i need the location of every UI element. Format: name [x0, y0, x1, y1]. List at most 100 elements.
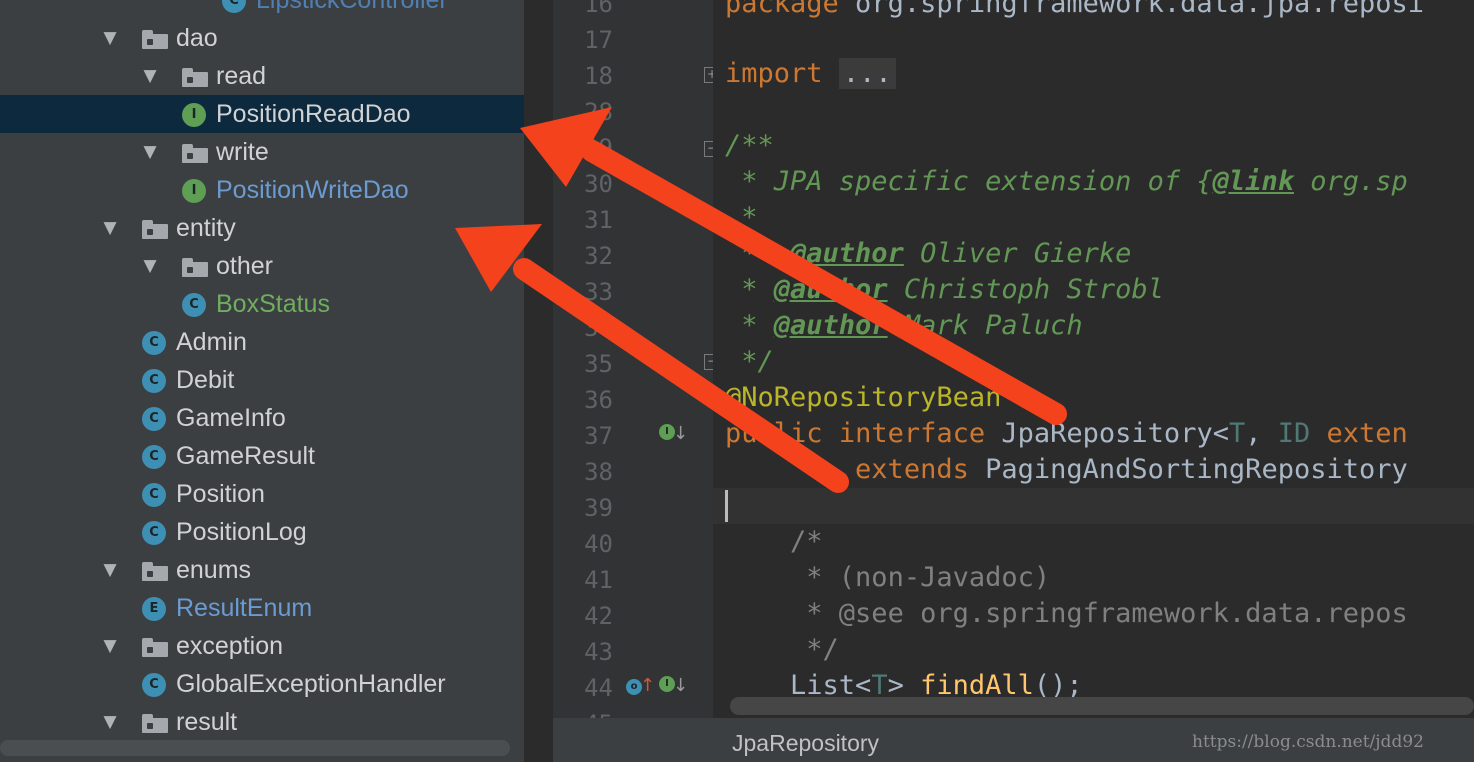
expand-arrow-icon[interactable]: ▼	[140, 256, 160, 276]
class-icon: C	[142, 445, 166, 469]
code-line-30: * JPA specific extension of {@link org.s…	[725, 166, 1408, 197]
line-number: 18	[584, 62, 613, 90]
class-icon: C	[142, 407, 166, 431]
line-number: 41	[584, 566, 613, 594]
tree-row-write[interactable]: ▼ write	[0, 133, 524, 171]
tree-item-label: result	[176, 708, 238, 736]
tree-item-label: BoxStatus	[216, 290, 330, 318]
tree-item-label: exception	[176, 632, 284, 660]
expand-arrow-icon[interactable]: ▼	[100, 28, 120, 48]
class-icon: C	[142, 369, 166, 393]
line-number: 34	[584, 314, 613, 342]
tree-item-label: GameInfo	[176, 404, 286, 432]
tree-row-exception[interactable]: ▼ exception	[0, 627, 524, 665]
line-number: 30	[584, 170, 613, 198]
class-icon: C	[142, 673, 166, 697]
tree-row-boxstatus[interactable]: C BoxStatus	[0, 285, 524, 323]
expand-arrow-icon[interactable]: ▼	[100, 712, 120, 732]
tree-item-label: write	[216, 138, 269, 166]
code-line-33: * @author Christoph Strobl	[725, 274, 1164, 305]
line-number: 42	[584, 602, 613, 630]
line-number: 31	[584, 206, 613, 234]
expand-arrow-icon[interactable]: ▼	[140, 66, 160, 86]
line-number: 43	[584, 638, 613, 666]
folded-imports[interactable]: ...	[838, 58, 896, 89]
tree-item-label: entity	[176, 214, 236, 242]
tree-row-result[interactable]: ▼ result	[0, 703, 524, 741]
tree-row-other[interactable]: ▼ other	[0, 247, 524, 285]
class-icon: C	[142, 483, 166, 507]
tree-horizontal-scrollbar[interactable]	[0, 740, 510, 756]
package-folder-icon	[142, 562, 168, 581]
code-line-34: * @author Mark Paluch	[725, 310, 1083, 341]
tree-item-label: read	[216, 62, 267, 90]
code-line-16: package org.springframework.data.jpa.rep…	[725, 0, 1424, 19]
editor-horizontal-scrollbar[interactable]	[730, 697, 1474, 715]
tree-item-label: Admin	[176, 328, 247, 356]
tree-row-positionwritedao[interactable]: I PositionWriteDao	[0, 171, 524, 209]
tree-row-positionlog[interactable]: C PositionLog	[0, 513, 524, 551]
expand-arrow-icon[interactable]: ▼	[140, 142, 160, 162]
tree-row-resultenum[interactable]: E ResultEnum	[0, 589, 524, 627]
interface-icon: I	[182, 103, 206, 127]
code-line-35: */	[725, 346, 774, 377]
code-editor[interactable]: package org.springframework.data.jpa.rep…	[713, 0, 1474, 718]
package-folder-icon	[142, 714, 168, 733]
tree-item-label: Debit	[176, 366, 235, 394]
tree-item-label: PositionReadDao	[216, 100, 411, 128]
line-number: 32	[584, 242, 613, 270]
tree-item-label: PositionWriteDao	[216, 176, 409, 204]
code-line-31: *	[725, 202, 758, 233]
tree-row-read[interactable]: ▼ read	[0, 57, 524, 95]
tree-item-label: ResultEnum	[176, 594, 313, 622]
line-number: 36	[584, 386, 613, 414]
code-line-32: * @author Oliver Gierke	[725, 238, 1132, 269]
package-folder-icon	[142, 30, 168, 49]
tree-item-label: Position	[176, 480, 265, 508]
tree-item-label: GameResult	[176, 442, 315, 470]
expand-arrow-icon[interactable]: ▼	[100, 560, 120, 580]
code-line-36: @NoRepositoryBean	[725, 382, 1002, 413]
breadcrumb-item[interactable]: JpaRepository	[732, 728, 879, 758]
line-number: 33	[584, 278, 613, 306]
line-number: 37	[584, 422, 613, 450]
line-number: 29	[584, 134, 613, 162]
code-line-43: */	[790, 634, 839, 665]
tree-row-enums[interactable]: ▼ enums	[0, 551, 524, 589]
expand-arrow-icon[interactable]: ▼	[100, 636, 120, 656]
line-number: 39	[584, 494, 613, 522]
tree-row-lipstickcontroller[interactable]: C LipstickController	[0, 0, 524, 19]
line-number: 17	[584, 26, 613, 54]
line-number: 40	[584, 530, 613, 558]
line-number: 16	[584, 0, 613, 18]
tree-row-gameinfo[interactable]: C GameInfo	[0, 399, 524, 437]
tree-row-entity[interactable]: ▼ entity	[0, 209, 524, 247]
expand-arrow-icon[interactable]: ▼	[100, 218, 120, 238]
package-folder-icon	[142, 220, 168, 239]
class-icon: C	[142, 331, 166, 355]
project-tree-panel: C LipstickController ▼ dao ▼ read I PositionRea…	[0, 0, 524, 762]
tree-row-positionreaddao[interactable]: I PositionReadDao	[0, 95, 524, 133]
tree-row-globalexceptionhandler[interactable]: C GlobalExceptionHandler	[0, 665, 524, 703]
implementations-down-arrow-icon[interactable]: ↓	[673, 424, 688, 444]
tree-item-label: enums	[176, 556, 252, 584]
tree-row-dao[interactable]: ▼ dao	[0, 19, 524, 57]
tree-row-debit[interactable]: C Debit	[0, 361, 524, 399]
class-icon: C	[142, 521, 166, 545]
tree-row-gameresult[interactable]: C GameResult	[0, 437, 524, 475]
package-folder-icon	[182, 68, 208, 87]
package-folder-icon	[182, 258, 208, 277]
tree-item-label: dao	[176, 24, 218, 52]
line-number: 38	[584, 458, 613, 486]
code-line-41: * (non-Javadoc)	[790, 562, 1051, 593]
code-line-42: * @see org.springframework.data.repos	[790, 598, 1408, 629]
tree-row-admin[interactable]: C Admin	[0, 323, 524, 361]
override-up-arrow-icon[interactable]: ↑	[640, 676, 655, 696]
class-icon: C	[182, 293, 206, 317]
package-folder-icon	[142, 638, 168, 657]
text-caret	[725, 490, 728, 522]
implemented-down-arrow-icon[interactable]: ↓	[673, 676, 688, 696]
line-number: 44	[584, 674, 613, 702]
tree-row-position[interactable]: C Position	[0, 475, 524, 513]
enum-icon: E	[142, 597, 166, 621]
